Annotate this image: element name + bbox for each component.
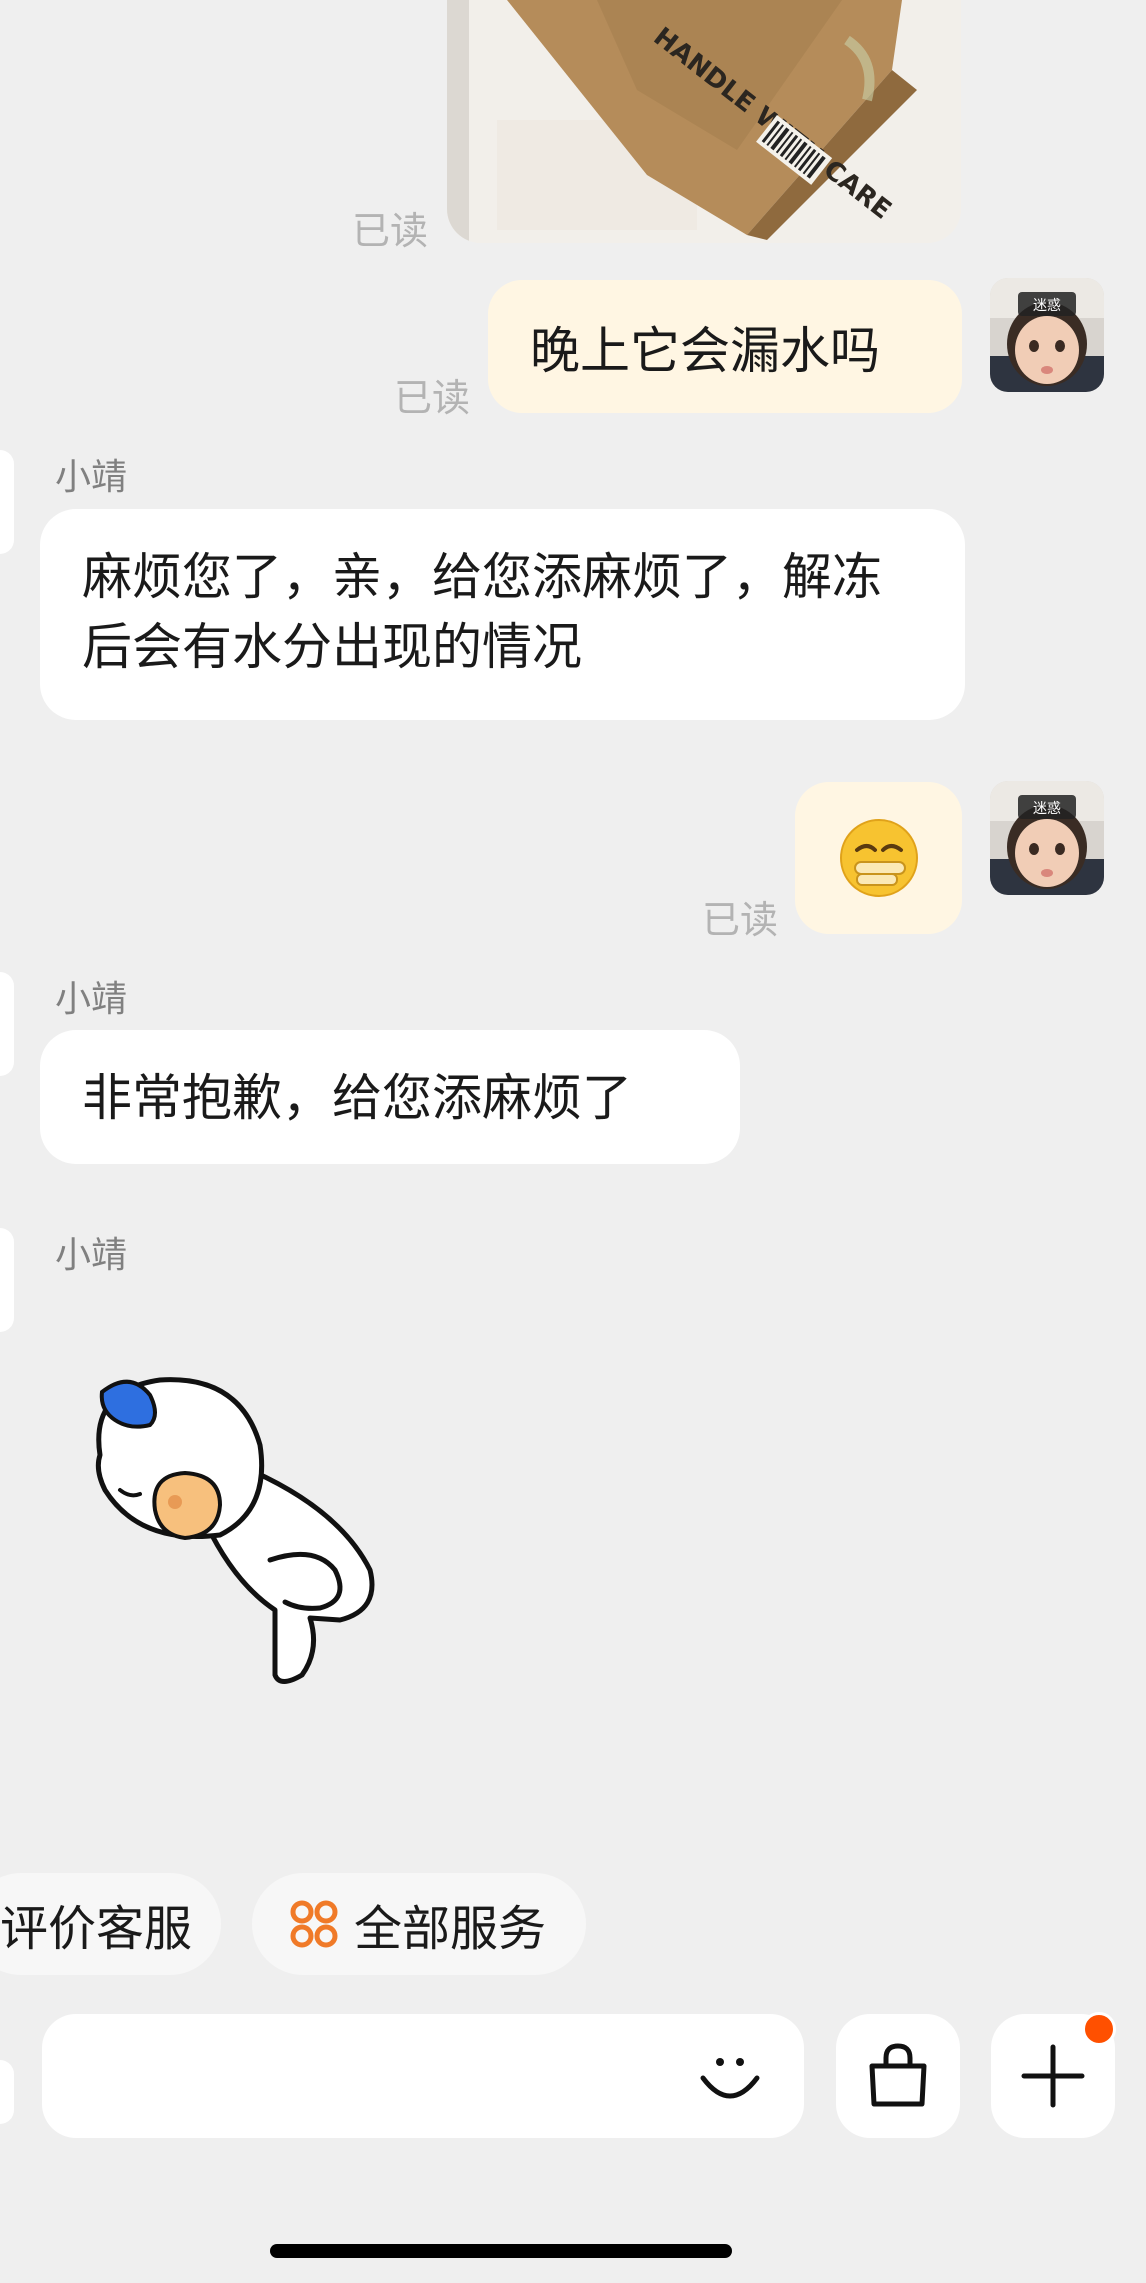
sender-name: 小靖	[55, 979, 128, 1020]
all-services-chip[interactable]: 全部服务	[252, 1873, 586, 1975]
message-text-field[interactable]	[72, 2044, 692, 2108]
message-text: 麻烦您了，亲，给您添麻烦了，解冻后会有水分出现的情况	[82, 548, 882, 676]
outgoing-emoji-bubble[interactable]	[795, 782, 962, 934]
avatar-badge: 迷惑	[1033, 298, 1061, 314]
tired-face-emoji-icon	[839, 819, 918, 897]
sender-name: 小靖	[55, 457, 128, 498]
outgoing-message-bubble[interactable]: 晚上它会漏水吗	[488, 280, 962, 413]
read-status: 已读	[702, 898, 779, 942]
avatar-badge: 迷惑	[1033, 801, 1061, 817]
read-status: 已读	[394, 376, 471, 420]
shopping-bag-button[interactable]	[836, 2014, 960, 2138]
agent-avatar-edge[interactable]	[0, 1228, 14, 1332]
incoming-message-bubble[interactable]: 麻烦您了，亲，给您添麻烦了，解冻后会有水分出现的情况	[40, 509, 965, 720]
message-text: 非常抱歉，给您添麻烦了	[82, 1069, 632, 1127]
smiley-icon[interactable]	[697, 2044, 763, 2110]
message-text: 晚上它会漏水吗	[530, 321, 880, 380]
grid-flower-icon	[290, 1900, 338, 1948]
user-avatar[interactable]: 迷惑	[990, 278, 1104, 392]
image-message[interactable]: HANDLE WITH CARE	[447, 0, 961, 243]
sender-name: 小靖	[55, 1235, 128, 1276]
notification-dot	[1082, 2012, 1116, 2046]
cardboard-box-photo: HANDLE WITH CARE	[447, 0, 961, 243]
agent-avatar-edge[interactable]	[0, 450, 14, 554]
message-input[interactable]	[42, 2014, 804, 2138]
voice-button-edge[interactable]	[0, 2060, 14, 2124]
agent-avatar-edge[interactable]	[0, 972, 14, 1076]
home-indicator	[270, 2244, 732, 2258]
chip-label: 评价客服	[0, 1901, 193, 1957]
rate-service-chip[interactable]: 评价客服	[0, 1873, 221, 1975]
bowing-duck-sticker[interactable]	[80, 1370, 380, 1694]
read-status: 已读	[352, 209, 429, 253]
shopping-bag-icon	[869, 2043, 927, 2107]
user-avatar[interactable]: 迷惑	[990, 781, 1104, 895]
plus-icon	[1021, 2044, 1085, 2108]
chip-label: 全部服务	[354, 1901, 547, 1957]
incoming-message-bubble[interactable]: 非常抱歉，给您添麻烦了	[40, 1030, 740, 1164]
